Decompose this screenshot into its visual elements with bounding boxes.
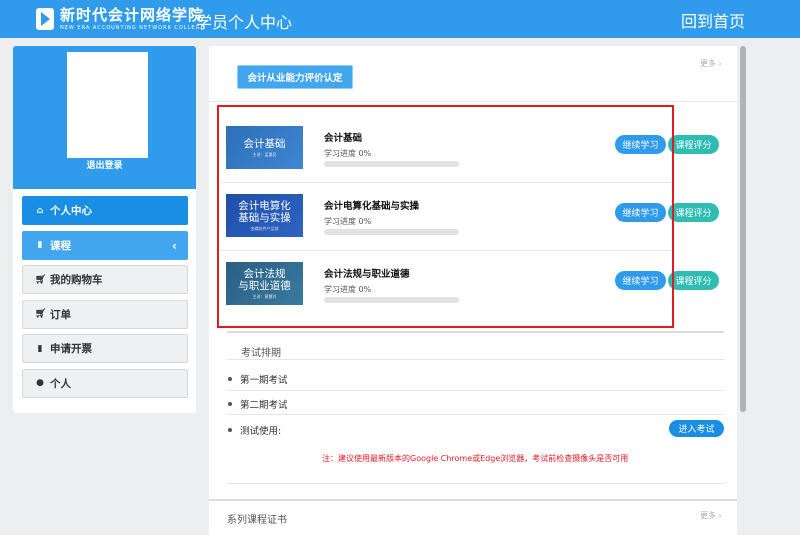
rate-course-button[interactable]: 课程评分 xyxy=(668,271,719,290)
exam-item[interactable]: 测试使用: xyxy=(228,423,281,437)
sidebar-item-courses[interactable]: ▮ 课程 ‹ xyxy=(22,230,188,260)
logo-subtitle: NEW ERA ACCOUNTING NETWORK COLLEGE xyxy=(60,25,205,31)
rate-course-button[interactable]: 课程评分 xyxy=(668,203,719,222)
sidebar-item-orders[interactable]: 🛒︎ 订单 xyxy=(22,299,188,329)
sidebar-item-label: 订单 xyxy=(50,308,71,321)
sidebar-item-invoice[interactable]: ▮ 申请开票 xyxy=(22,334,188,364)
page-title: 学员个人中心 xyxy=(196,13,293,32)
profile-panel: 退出登录 xyxy=(13,46,196,189)
bullet-icon xyxy=(228,428,232,432)
sidebar-item-label: 个人 xyxy=(50,377,71,390)
enter-exam-button[interactable]: 进入考试 xyxy=(669,420,724,437)
divider xyxy=(209,101,737,102)
exam-item[interactable]: 第二期考试 xyxy=(228,397,288,411)
rate-course-button[interactable]: 课程评分 xyxy=(668,135,719,154)
sidebar: 退出登录 ⌂ 个人中心 ▮ 课程 ‹ 🛒︎ 我的购物车 🛒︎ 订单 ▮ 申请开票… xyxy=(13,46,196,413)
user-icon: ● xyxy=(36,378,44,389)
sidebar-item-label: 课程 xyxy=(50,239,71,252)
cart-icon: 🛒︎ xyxy=(35,309,47,320)
home-icon: ⌂ xyxy=(36,205,44,216)
series-certificates-heading: 系列课程证书 xyxy=(227,515,287,526)
highlight-box xyxy=(217,105,674,328)
divider xyxy=(227,390,724,391)
sidebar-nav: ⌂ 个人中心 ▮ 课程 ‹ 🛒︎ 我的购物车 🛒︎ 订单 ▮ 申请开票 ● 个人 xyxy=(22,196,188,404)
avatar xyxy=(67,52,148,158)
divider xyxy=(227,331,724,333)
divider xyxy=(209,499,737,501)
more-link[interactable]: 更多 › xyxy=(700,58,722,69)
certification-button[interactable]: 会计从业能力评价认定 xyxy=(237,65,353,89)
book-icon: ▮ xyxy=(37,240,43,251)
exam-schedule-heading: 考试排期 xyxy=(241,348,281,359)
sidebar-item-label: 个人中心 xyxy=(50,205,92,217)
sidebar-item-personal-center[interactable]: ⌂ 个人中心 xyxy=(22,196,188,225)
sidebar-item-profile[interactable]: ● 个人 xyxy=(22,368,188,398)
chevron-left-icon: ‹ xyxy=(172,238,177,253)
cart-icon: 🛒︎ xyxy=(35,274,47,285)
site-logo[interactable]: 新时代会计网络学院 NEW ERA ACCOUNTING NETWORK COL… xyxy=(36,6,205,32)
bullet-icon xyxy=(228,402,232,406)
sidebar-item-label: 申请开票 xyxy=(50,343,92,356)
sidebar-item-cart[interactable]: 🛒︎ 我的购物车 xyxy=(22,265,188,295)
logout-link[interactable]: 退出登录 xyxy=(13,158,196,171)
logo-title: 新时代会计网络学院 xyxy=(60,6,205,24)
scrollbar[interactable] xyxy=(740,46,746,412)
divider xyxy=(227,483,724,484)
divider xyxy=(227,359,724,360)
browser-notice: 注：建议使用最新版本的Google Chrome或Edge浏览器，考试前检查摄像… xyxy=(322,454,629,463)
more-link[interactable]: 更多 › xyxy=(700,510,722,521)
logo-icon xyxy=(36,8,54,30)
book-icon: ▮ xyxy=(37,343,43,354)
bullet-icon xyxy=(228,377,232,381)
top-header: 新时代会计网络学院 NEW ERA ACCOUNTING NETWORK COL… xyxy=(0,0,800,38)
sidebar-item-label: 我的购物车 xyxy=(50,274,103,287)
divider xyxy=(227,414,724,415)
home-link[interactable]: 回到首页 xyxy=(681,8,745,32)
exam-item[interactable]: 第一期考试 xyxy=(228,372,288,386)
